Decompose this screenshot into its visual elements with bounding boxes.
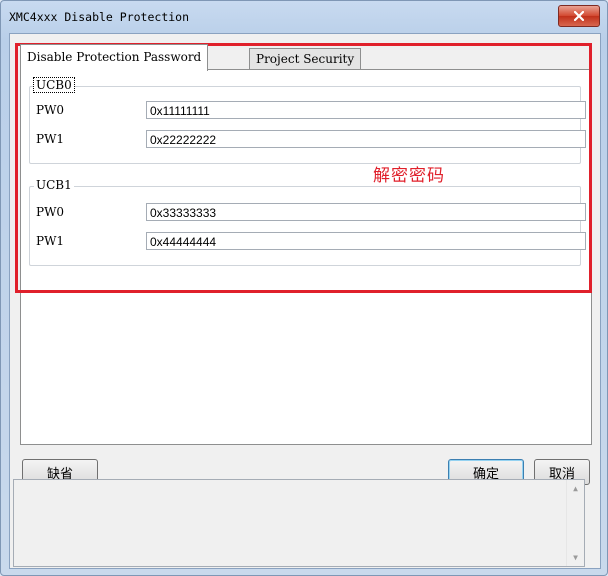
vertical-scrollbar[interactable]: ▲ ▼ (566, 480, 584, 566)
tab-panel: UCB0 PW0 0x11111111 PW1 0x22222222 UCB1 … (20, 69, 592, 445)
tab-disable-protection-password[interactable]: Disable Protection Password (20, 44, 209, 71)
group-legend-ucb1: UCB1 (34, 178, 74, 192)
ucb0-pw1-input[interactable]: 0x22222222 (146, 130, 586, 148)
field-row-ucb1-pw0: PW0 0x33333333 (30, 203, 586, 223)
scroll-up-icon[interactable]: ▲ (567, 480, 584, 497)
dialog-window: XMC4xxx Disable Protection Disable Prote… (0, 0, 608, 576)
title-bar[interactable]: XMC4xxx Disable Protection (1, 1, 607, 31)
decrypt-password-annotation: 解密密码 (373, 166, 445, 186)
tab-project-security[interactable]: Project Security (249, 48, 362, 70)
ucb1-pw0-input[interactable]: 0x33333333 (146, 203, 586, 221)
close-x-icon (574, 11, 584, 21)
group-ucb1: UCB1 PW0 0x33333333 PW1 0x44444444 (29, 178, 586, 266)
field-label-pw0: PW0 (36, 205, 65, 219)
window-title: XMC4xxx Disable Protection (9, 10, 190, 24)
field-label-pw0: PW0 (36, 103, 65, 117)
close-button[interactable] (558, 5, 600, 27)
ucb0-pw0-input[interactable]: 0x11111111 (146, 101, 586, 119)
field-row-ucb0-pw0: PW0 0x11111111 (30, 101, 586, 121)
group-ucb0: UCB0 PW0 0x11111111 PW1 0x22222222 (29, 77, 586, 164)
field-row-ucb1-pw1: PW1 0x44444444 (30, 232, 586, 252)
ucb1-pw1-input[interactable]: 0x44444444 (146, 232, 586, 250)
field-row-ucb0-pw1: PW1 0x22222222 (30, 130, 586, 150)
field-label-pw1: PW1 (36, 234, 65, 248)
field-label-pw1: PW1 (36, 132, 65, 146)
group-legend-ucb0: UCB0 (33, 77, 75, 93)
scroll-down-icon[interactable]: ▼ (567, 549, 584, 566)
message-output-area[interactable]: ▲ ▼ (13, 479, 585, 567)
